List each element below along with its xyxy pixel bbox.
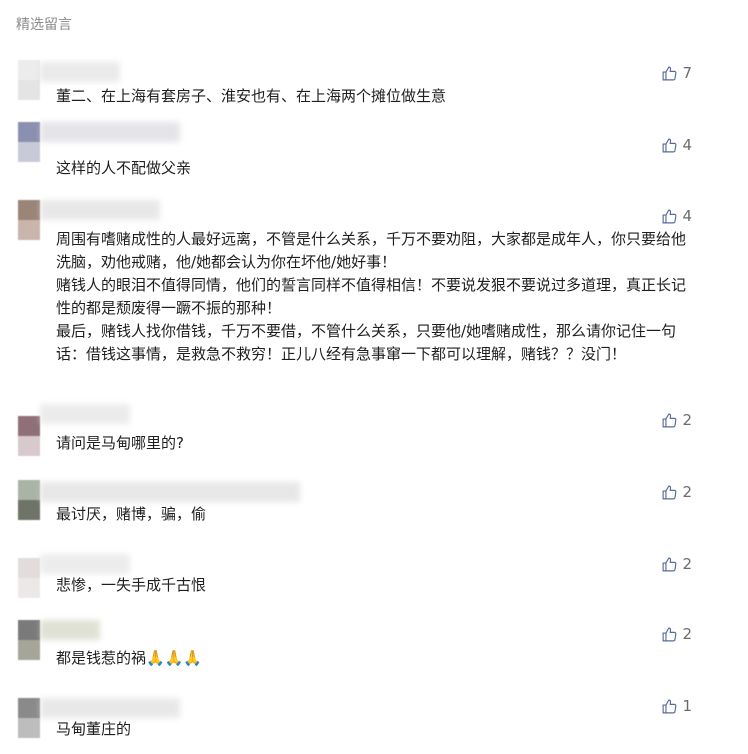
like-button[interactable]: 7 (661, 64, 692, 82)
like-count: 4 (682, 136, 692, 154)
thumbs-up-icon (663, 66, 677, 80)
like-count: 2 (682, 483, 692, 501)
like-count: 2 (682, 555, 692, 573)
avatar[interactable] (18, 620, 40, 660)
comment-text: 周围有嗜赌成性的人最好远离，不管是什么关系，千万不要劝阻，大家都是成年人，你只要… (56, 230, 687, 363)
avatar[interactable] (18, 416, 40, 456)
like-count: 1 (682, 697, 692, 715)
like-count: 4 (682, 207, 692, 225)
nickname-blurred (40, 482, 300, 502)
comment-text: 都是钱惹的祸🙏🙏🙏 (56, 649, 203, 667)
thumbs-up-icon (663, 209, 677, 223)
like-count: 7 (682, 64, 692, 82)
avatar[interactable] (18, 558, 40, 598)
nickname-blurred (40, 404, 130, 424)
like-button[interactable]: 4 (661, 207, 692, 225)
thumbs-up-icon (663, 627, 677, 641)
comment-text: 这样的人不配做父亲 (56, 159, 192, 177)
comment-text: 请问是马甸哪里的? (56, 434, 184, 452)
avatar[interactable] (18, 122, 40, 162)
thumbs-up-icon (663, 485, 677, 499)
comment-text: 最讨厌，赌博，骗，偷 (56, 505, 207, 523)
avatar[interactable] (18, 698, 40, 738)
like-button[interactable]: 1 (661, 697, 692, 715)
like-button[interactable]: 2 (661, 625, 692, 643)
avatar[interactable] (18, 200, 40, 240)
avatar[interactable] (18, 480, 40, 520)
thumbs-up-icon (663, 138, 677, 152)
thumbs-up-icon (663, 699, 677, 713)
section-title: 精选留言 (16, 17, 72, 33)
nickname-blurred (40, 122, 180, 142)
nickname-blurred (40, 620, 100, 640)
nickname-blurred (40, 698, 180, 718)
like-count: 2 (682, 625, 692, 643)
thumbs-up-icon (663, 557, 677, 571)
like-button[interactable]: 2 (661, 555, 692, 573)
comment-text: 马甸董庄的 (56, 720, 132, 738)
comment-text: 悲惨，一失手成千古恨 (56, 576, 207, 594)
like-button[interactable]: 4 (661, 136, 692, 154)
avatar[interactable] (18, 60, 40, 100)
nickname-blurred (40, 200, 160, 220)
comment-text: 董二、在上海有套房子、淮安也有、在上海两个摊位做生意 (56, 87, 447, 105)
like-button[interactable]: 2 (661, 411, 692, 429)
like-count: 2 (682, 411, 692, 429)
like-button[interactable]: 2 (661, 483, 692, 501)
nickname-blurred (40, 62, 120, 82)
nickname-blurred (40, 554, 130, 574)
thumbs-up-icon (663, 413, 677, 427)
